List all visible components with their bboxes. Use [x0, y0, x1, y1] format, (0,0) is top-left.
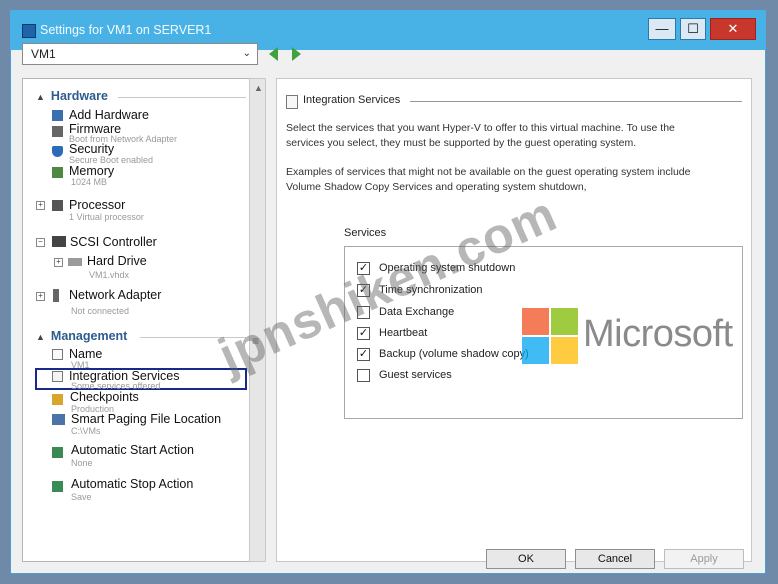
expand-icon[interactable]: + — [36, 292, 45, 301]
smart-paging-subtext: C:\VMs — [71, 426, 101, 436]
vm-select-dropdown[interactable]: VM1 ⌄ — [22, 43, 258, 65]
automatic-start-subtext: None — [71, 458, 93, 468]
memory-icon — [52, 167, 63, 178]
description-line: services you select, they must be suppor… — [286, 137, 637, 149]
tree-item-hard-drive[interactable]: Hard Drive — [87, 254, 147, 268]
chevron-down-icon: ⌄ — [242, 48, 251, 59]
automatic-start-icon — [52, 447, 63, 458]
firmware-icon — [52, 126, 63, 137]
memory-subtext: 1024 MB — [71, 177, 108, 187]
description-line: Examples of services that might not be a… — [286, 166, 691, 178]
network-adapter-icon — [53, 289, 59, 302]
description-line: Select the services that you want Hyper-… — [286, 122, 675, 134]
tree-item-name[interactable]: Name — [69, 347, 102, 361]
logo-square-yellow — [551, 337, 578, 364]
collapse-caret-icon: ▲ — [36, 332, 45, 342]
vm-select-value: VM1 — [31, 47, 56, 61]
add-hardware-icon — [52, 110, 63, 121]
hardware-section-header[interactable]: ▲ Hardware — [36, 89, 108, 103]
hard-drive-icon — [68, 258, 82, 266]
hyperv-settings-icon — [22, 24, 36, 38]
tree-item-automatic-stop[interactable]: Automatic Stop Action — [71, 477, 193, 491]
services-label: Services — [344, 227, 387, 239]
microsoft-wordmark: Microsoft — [583, 313, 733, 355]
collapse-icon[interactable]: − — [36, 238, 45, 247]
logo-square-blue — [522, 337, 549, 364]
automatic-stop-subtext: Save — [71, 492, 92, 502]
ok-button[interactable]: OK — [486, 549, 566, 569]
tree-item-network-adapter[interactable]: Network Adapter — [69, 288, 161, 302]
forward-arrow-icon[interactable] — [292, 47, 301, 61]
logo-square-green — [551, 308, 578, 335]
scroll-up-icon[interactable]: ▲ — [254, 83, 263, 93]
maximize-button[interactable]: ☐ — [680, 18, 706, 40]
checkpoints-icon — [52, 394, 63, 405]
checkbox[interactable]: ✓ — [357, 348, 370, 361]
network-adapter-subtext: Not connected — [71, 306, 130, 316]
description-line: Volume Shadow Copy Services and operatin… — [286, 181, 587, 193]
cancel-button[interactable]: Cancel — [575, 549, 655, 569]
processor-icon — [52, 200, 63, 211]
smart-paging-icon — [52, 414, 65, 425]
shield-icon — [52, 146, 63, 157]
tree-item-automatic-start[interactable]: Automatic Start Action — [71, 443, 194, 457]
expand-icon[interactable]: + — [54, 258, 63, 267]
panel-title-divider — [410, 101, 742, 102]
minimize-button[interactable]: — — [648, 18, 676, 40]
hard-drive-subtext: VM1.vhdx — [89, 270, 130, 280]
tree-item-scsi-controller[interactable]: SCSI Controller — [70, 235, 157, 249]
integration-services-icon — [286, 95, 298, 109]
tree-item-processor[interactable]: Processor — [69, 198, 125, 212]
expand-icon[interactable]: + — [36, 201, 45, 210]
scsi-controller-icon — [52, 236, 66, 247]
integration-services-icon — [52, 371, 63, 382]
processor-subtext: 1 Virtual processor — [69, 212, 144, 222]
name-icon — [52, 349, 63, 360]
logo-square-red — [522, 308, 549, 335]
close-button[interactable]: ✕ — [710, 18, 756, 40]
tree-item-add-hardware[interactable]: Add Hardware — [69, 108, 149, 122]
collapse-caret-icon: ▲ — [36, 92, 45, 102]
checkbox[interactable] — [357, 369, 370, 382]
tree-item-smart-paging[interactable]: Smart Paging File Location — [71, 412, 221, 426]
tree-item-security[interactable]: Security — [69, 142, 114, 156]
tree-item-memory[interactable]: Memory — [69, 164, 114, 178]
panel-title: Integration Services — [303, 94, 401, 106]
section-divider — [118, 97, 246, 98]
back-arrow-icon[interactable] — [269, 47, 278, 61]
automatic-stop-icon — [52, 481, 63, 492]
tree-item-checkpoints[interactable]: Checkpoints — [70, 390, 139, 404]
apply-button[interactable]: Apply — [664, 549, 744, 569]
window-title: Settings for VM1 on SERVER1 — [40, 23, 212, 37]
management-section-header[interactable]: ▲ Management — [36, 329, 127, 343]
